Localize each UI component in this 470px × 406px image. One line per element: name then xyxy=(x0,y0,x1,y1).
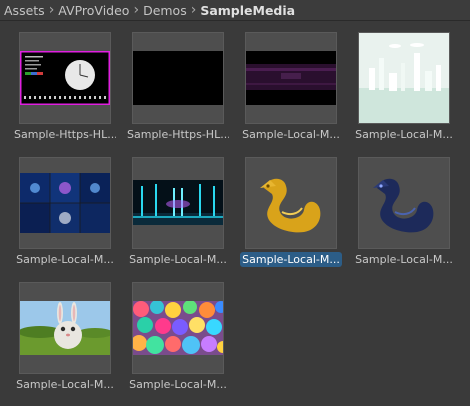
asset-thumbnail-frame xyxy=(132,32,224,124)
breadcrumb-demos[interactable]: Demos xyxy=(143,0,187,21)
blue-dragon-thumbnail xyxy=(359,158,449,248)
white-city-360-thumbnail xyxy=(359,33,449,123)
asset-thumbnail-frame xyxy=(358,157,450,249)
dark-purple-band-thumbnail xyxy=(246,51,336,105)
asset-thumbnail-frame xyxy=(19,157,111,249)
asset-thumbnail-frame xyxy=(245,157,337,249)
asset-label[interactable]: Sample-Local-M... xyxy=(240,127,342,142)
asset-thumbnail-frame xyxy=(132,157,224,249)
asset-thumbnail-frame xyxy=(132,282,224,374)
asset-label[interactable]: Sample-Local-M... xyxy=(14,377,116,392)
chevron-right-icon: › xyxy=(190,1,197,18)
breadcrumb-assets[interactable]: Assets xyxy=(4,0,45,21)
chevron-right-icon: › xyxy=(133,1,140,18)
asset-thumbnail-frame xyxy=(19,32,111,124)
asset-label[interactable]: Sample-Local-M... xyxy=(353,252,455,267)
asset-thumbnail-frame xyxy=(19,282,111,374)
chevron-right-icon: › xyxy=(48,1,55,18)
asset-label[interactable]: Sample-Local-M... xyxy=(127,377,229,392)
asset-label[interactable]: Sample-Local-M... xyxy=(353,127,455,142)
blue-tunnel-cubemap-thumbnail xyxy=(20,173,110,233)
asset-label[interactable]: Sample-Local-M... xyxy=(127,252,229,267)
asset-label[interactable]: Sample-Local-M... xyxy=(240,252,342,267)
big-buck-bunny-thumbnail xyxy=(20,301,110,355)
asset-thumbnail-frame xyxy=(358,32,450,124)
cyan-hall-equirect-thumbnail xyxy=(133,180,223,225)
breadcrumb: Assets › AVProVideo › Demos › SampleMedi… xyxy=(0,0,470,21)
asset-thumbnail-frame xyxy=(245,32,337,124)
black-video-thumbnail xyxy=(133,51,223,105)
hls-test-pattern-thumbnail xyxy=(20,51,110,105)
breadcrumb-avprovideo[interactable]: AVProVideo xyxy=(58,0,129,21)
breadcrumb-samplemedia[interactable]: SampleMedia xyxy=(200,0,295,21)
gold-dragon-thumbnail xyxy=(246,158,336,248)
colorful-spheres-thumbnail xyxy=(133,301,223,355)
asset-grid: Sample-Https-HL... Sample-Https-HL... Sa… xyxy=(0,22,470,406)
asset-label[interactable]: Sample-Https-HL... xyxy=(14,127,116,142)
asset-label[interactable]: Sample-Local-M... xyxy=(14,252,116,267)
asset-label[interactable]: Sample-Https-HL... xyxy=(127,127,229,142)
